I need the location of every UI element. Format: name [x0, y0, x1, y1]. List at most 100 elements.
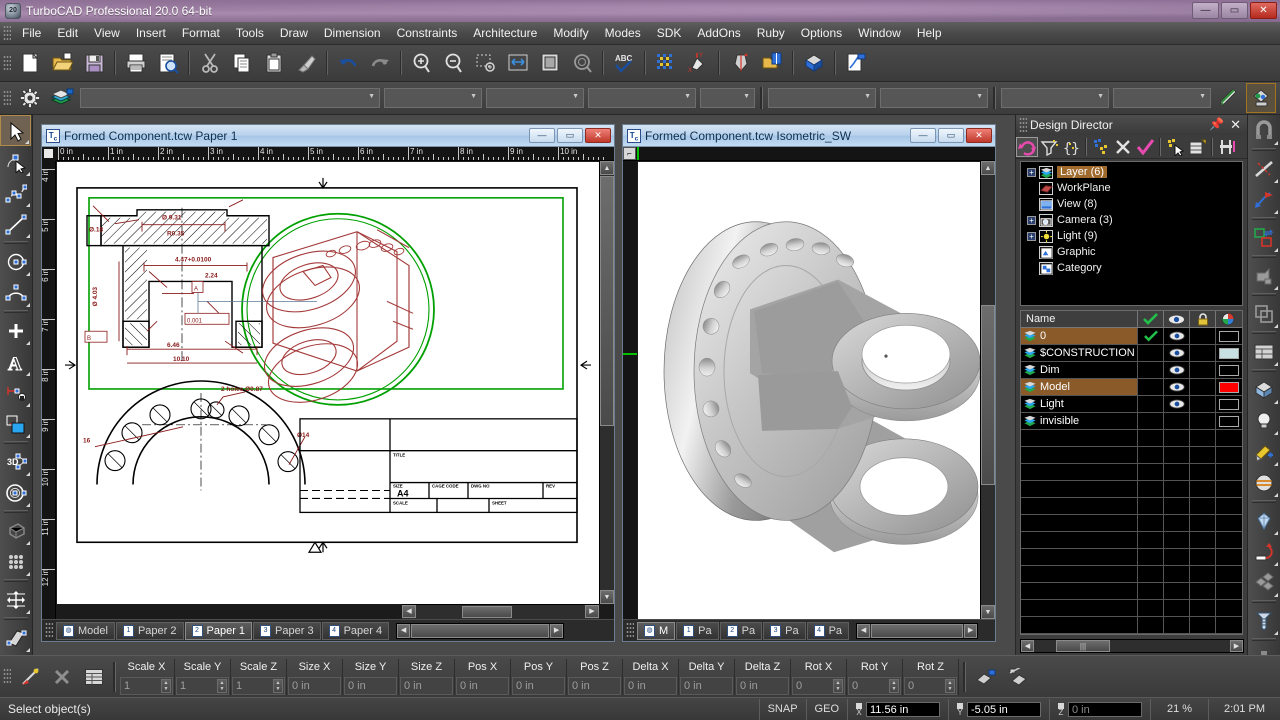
geo-indicator[interactable]: GEO [806, 699, 847, 720]
paper-tab-model[interactable]: ◍Model [56, 622, 115, 640]
iso-tab-m[interactable]: ◍M [637, 622, 675, 640]
materials-icon[interactable] [799, 48, 829, 78]
design-director-grip[interactable] [1019, 117, 1027, 134]
hatch-pattern-combo[interactable] [588, 88, 696, 108]
iso-tab-scroll-left[interactable]: ◀ [857, 624, 870, 638]
paper-window-titlebar[interactable]: Tc Formed Component.tcw Paper 1 — ▭ ✕ [42, 125, 614, 147]
new-item-icon[interactable] [1090, 137, 1112, 157]
property-input[interactable]: 0 in [512, 677, 565, 695]
layer-color-cell[interactable] [1216, 396, 1242, 412]
close-icon[interactable]: ✕ [1230, 117, 1241, 133]
iso-tab-grip[interactable] [626, 622, 634, 639]
layer-lock-cell[interactable] [1190, 396, 1216, 412]
save-file-icon[interactable] [79, 48, 109, 78]
coordinate-y-value[interactable]: -5.05 in [967, 702, 1041, 717]
menu-grip[interactable] [3, 25, 11, 42]
table-tool[interactable] [1248, 336, 1279, 367]
print-icon[interactable] [121, 48, 151, 78]
iso-tab-scroll-right[interactable]: ▶ [964, 624, 977, 638]
select-by-icon[interactable] [1164, 137, 1186, 157]
menu-edit[interactable]: Edit [49, 23, 86, 43]
layer-color-swatch[interactable] [1219, 382, 1239, 393]
layer-visible-cell[interactable] [1164, 379, 1190, 395]
paper-horizontal-scrollbar[interactable]: ◀ ▶ [402, 604, 599, 619]
coordinate-z[interactable]: Z 0 in [1049, 699, 1150, 720]
vertical-ruler[interactable]: 4 in5 in6 in7 in8 in9 in10 in11 in12 in1… [42, 161, 56, 619]
paper-tab-paper-1[interactable]: 2Paper 1 [185, 622, 253, 640]
property-spinner[interactable]: ▲▼ [217, 679, 227, 693]
brush-color-combo[interactable] [880, 88, 988, 108]
text-style-combo[interactable] [1113, 88, 1211, 108]
list-view-icon[interactable] [1186, 137, 1208, 157]
layer-color-swatch[interactable] [1219, 348, 1239, 359]
menu-addons[interactable]: AddOns [689, 23, 748, 43]
design-director-tree[interactable]: +Layer (6)WorkPlaneView (8)+Camera (3)+L… [1020, 161, 1243, 306]
property-spinner[interactable]: ▲▼ [161, 679, 171, 693]
property-spinner[interactable]: ▲▼ [273, 679, 283, 693]
layer-visible-cell[interactable] [1164, 345, 1190, 361]
line-style-combo[interactable] [80, 88, 380, 108]
line-tool[interactable] [0, 208, 31, 239]
paste-icon[interactable] [259, 48, 289, 78]
hatch-scale-combo[interactable] [700, 88, 755, 108]
render-icon[interactable] [725, 48, 755, 78]
select-arrow-icon[interactable] [15, 662, 45, 692]
window-minimize-button[interactable]: — [1192, 2, 1219, 19]
layer-current-cell[interactable] [1138, 328, 1164, 344]
properties-table-icon[interactable] [79, 662, 109, 692]
layer-row[interactable]: invisible [1021, 413, 1242, 430]
zoom-in-icon[interactable] [407, 48, 437, 78]
property-input[interactable]: 1▲▼ [120, 677, 173, 695]
new-file-icon[interactable] [15, 48, 45, 78]
redline-tool[interactable] [1248, 536, 1279, 567]
property-spinner[interactable]: ▲▼ [945, 679, 955, 693]
properties-icon[interactable]: {} [1060, 137, 1082, 157]
layer-combo[interactable] [1001, 88, 1109, 108]
extrude-tool[interactable] [0, 515, 31, 546]
coordinate-x-value[interactable]: 11.56 in [866, 702, 940, 717]
layers-stack-icon[interactable] [47, 83, 77, 113]
property-input[interactable]: 1▲▼ [176, 677, 229, 695]
point-tool[interactable] [0, 315, 31, 346]
iso-scroll-up-button[interactable]: ▲ [981, 161, 995, 175]
tree-node-category[interactable]: Category [1021, 260, 1242, 276]
layer-row[interactable]: Dim [1021, 362, 1242, 379]
tree-node-graphic[interactable]: Graphic [1021, 244, 1242, 260]
property-input[interactable]: 1▲▼ [232, 677, 285, 695]
dd-scroll-right-button[interactable]: ▶ [1230, 640, 1243, 652]
copy-mode-icon[interactable] [971, 662, 1001, 692]
render-preview-tool[interactable] [1248, 467, 1279, 498]
zoom-level[interactable]: 21 % [1150, 699, 1208, 720]
tree-expand-button[interactable]: + [1027, 216, 1036, 225]
iso-maximize-button[interactable]: ▭ [938, 128, 964, 143]
ruler-origin-button[interactable] [42, 147, 56, 161]
layer-visible-cell[interactable] [1164, 328, 1190, 344]
coordinate-y[interactable]: Y -5.05 in [948, 699, 1049, 720]
paint-bucket-icon[interactable] [1246, 83, 1276, 113]
pencil-icon[interactable] [1214, 83, 1244, 113]
fastener-tool[interactable] [1248, 605, 1279, 636]
iso-3d-viewport[interactable] [638, 162, 980, 619]
open-file-icon[interactable] [47, 48, 77, 78]
undo-icon[interactable] [333, 48, 363, 78]
zoom-window-icon[interactable] [471, 48, 501, 78]
paper-tab-grip[interactable] [45, 622, 53, 639]
tree-node-view-8[interactable]: View (8) [1021, 196, 1242, 212]
iso-tab-scroll-track[interactable] [871, 624, 963, 638]
layer-row[interactable]: Light [1021, 396, 1242, 413]
print-preview-icon[interactable] [153, 48, 183, 78]
layer-name-cell[interactable]: Model [1021, 379, 1138, 395]
assembly-tool[interactable] [1248, 567, 1279, 598]
iso-tab-pa[interactable]: 4Pa [807, 622, 849, 640]
menu-architecture[interactable]: Architecture [465, 23, 545, 43]
delete-item-icon[interactable] [1112, 137, 1134, 157]
paper-minimize-button[interactable]: — [529, 128, 555, 143]
deselect-icon[interactable] [47, 662, 77, 692]
paper-scroll-right-button[interactable]: ▶ [585, 605, 599, 618]
layer-name-cell[interactable]: 0 [1021, 328, 1138, 344]
settings-icon[interactable] [1216, 137, 1238, 157]
tree-expand-button[interactable]: + [1027, 232, 1036, 241]
property-input[interactable]: 0▲▼ [904, 677, 957, 695]
iso-close-button[interactable]: ✕ [966, 128, 992, 143]
menu-modes[interactable]: Modes [597, 23, 649, 43]
